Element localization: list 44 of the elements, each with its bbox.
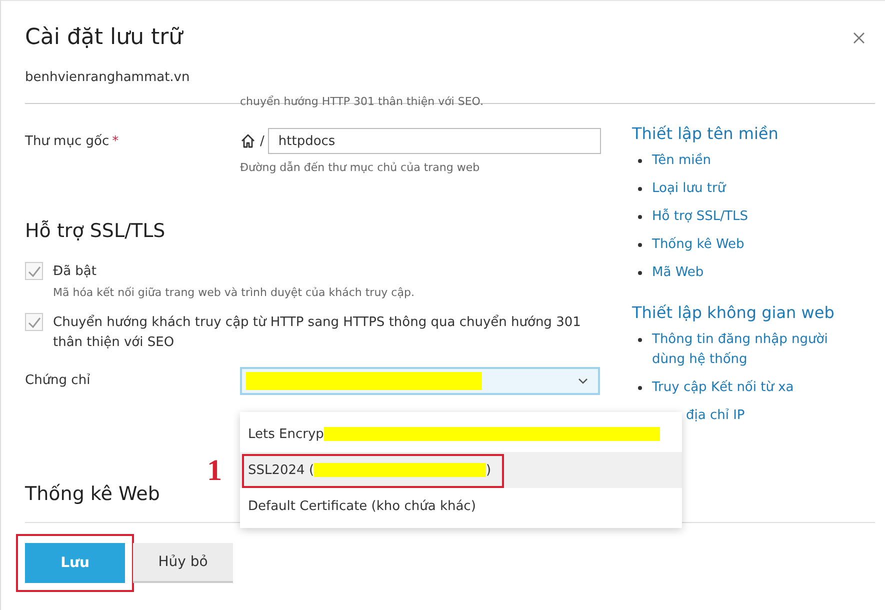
dropdown-option[interactable]: Lets Encryp <box>240 416 682 452</box>
field-label: Chứng chỉ <box>25 373 90 388</box>
section-heading: Hỗ trợ SSL/TLS <box>25 220 166 242</box>
nav-link[interactable]: Truy cập Kết nối từ xa <box>652 378 794 398</box>
home-icon <box>240 133 256 149</box>
checkbox-label: Chuyển hướng khách truy cập từ HTTP sang HTTPS thông qua chuyển hướng 301 thân thiện với SEO <box>53 314 582 352</box>
annotation-number: 1 <box>207 454 222 488</box>
chevron-down-icon <box>578 378 588 384</box>
checkbox-label: Đã bật <box>53 263 98 281</box>
field-hint: Đường dẫn đến thư mục chủ của trang web <box>240 161 481 174</box>
bullet-icon <box>638 271 642 275</box>
save-button[interactable]: Lưu <box>25 543 125 583</box>
text-field[interactable]: httpdocs <box>268 128 601 154</box>
dropdown-option[interactable]: Default Certificate (kho chứa khác) <box>240 488 682 524</box>
checkbox[interactable] <box>25 262 43 280</box>
section-heading: Thống kê Web <box>25 483 160 505</box>
nav-link[interactable]: Tên miền <box>652 151 711 171</box>
check-icon <box>28 266 40 276</box>
check-icon <box>28 316 40 328</box>
nav-heading: Thiết lập tên miền <box>632 124 780 143</box>
cancel-button[interactable]: Hủy bỏ <box>133 543 233 583</box>
field-hint: chuyển hướng HTTP 301 thân thiện với SEO. <box>240 96 484 108</box>
bullet-icon <box>638 243 642 247</box>
checkbox[interactable] <box>25 313 43 331</box>
nav-link[interactable]: Thống kê Web <box>652 235 744 255</box>
nav-link[interactable]: Hỗ trợ SSL/TLS <box>652 207 748 227</box>
bullet-icon <box>638 159 642 163</box>
nav-heading: Thiết lập không gian web <box>632 303 836 322</box>
bullet-icon <box>638 386 642 390</box>
bullet-icon <box>638 338 642 342</box>
field-label: Thư mục gốc <box>25 134 110 149</box>
bullet-icon <box>638 187 642 191</box>
required-mark: * <box>112 134 119 149</box>
bullet-icon <box>638 215 642 219</box>
path-separator: / <box>260 134 264 148</box>
nav-link[interactable]: Mã Web <box>652 263 704 283</box>
dropdown-option[interactable]: SSL2024 ( ) <box>240 452 682 488</box>
field-hint: Mã hóa kết nối giữa trang web và trình duyệt của khách truy cập. <box>53 286 414 299</box>
close-icon <box>853 32 865 44</box>
nav-link[interactable]: Loại lưu trữ <box>652 179 726 199</box>
nav-link[interactable]: địa chỉ IP <box>686 406 745 426</box>
certificate-dropdown[interactable] <box>240 367 600 395</box>
nav-link[interactable]: Thông tin đăng nhập người dùng hệ thống <box>652 330 843 370</box>
dialog-title: Cài đặt lưu trữ <box>25 25 183 50</box>
